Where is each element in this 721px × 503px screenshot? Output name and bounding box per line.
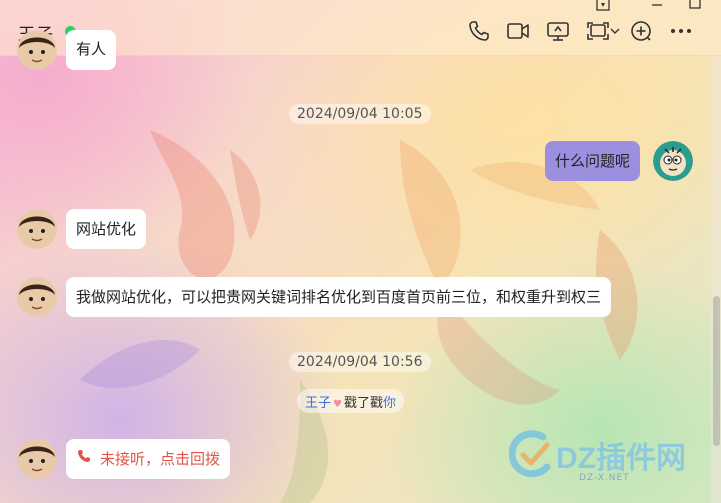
message-bubble[interactable]: 我做网站优化，可以把贵网关键词排名优化到百度首页前三位，和权重升到权三 — [66, 277, 612, 317]
avatar[interactable] — [17, 277, 57, 317]
remote-assist-icon[interactable] — [586, 19, 610, 43]
heart-icon: ♥ — [333, 399, 342, 410]
minimize-icon[interactable] — [650, 0, 664, 8]
add-member-icon[interactable] — [629, 19, 653, 43]
chevron-down-icon[interactable] — [609, 19, 621, 43]
message-bubble[interactable]: 有人 — [66, 30, 117, 70]
pin-window-icon[interactable] — [596, 0, 610, 11]
maximize-icon[interactable] — [688, 0, 702, 9]
poke-notice: 王子 ♥ 戳了戳你 — [297, 389, 405, 413]
message-bubble[interactable]: 网站优化 — [66, 209, 147, 249]
watermark-url: DZ-X.NET — [579, 473, 630, 483]
watermark: DZ插件网 DZ-X.NET — [509, 429, 709, 489]
avatar[interactable] — [17, 209, 57, 249]
phone-icon[interactable] — [467, 19, 491, 43]
screen-share-icon[interactable] — [546, 19, 570, 43]
video-call-icon[interactable] — [506, 19, 530, 43]
more-icon[interactable] — [669, 19, 693, 43]
avatar[interactable] — [17, 30, 57, 70]
scroll-thumb[interactable] — [713, 296, 720, 446]
scrollbar[interactable] — [711, 56, 721, 503]
self-avatar[interactable] — [653, 141, 693, 181]
message-timestamp: 2024/09/04 10:05 — [289, 104, 431, 124]
poke-sender-link[interactable]: 王子 — [305, 396, 331, 411]
watermark-brand: DZ插件网 — [556, 442, 686, 475]
message-bubble-self[interactable]: 什么问题呢 — [545, 141, 641, 181]
missed-call-text: 未接听，点击回拨 — [100, 450, 221, 468]
watermark-logo-icon — [509, 430, 551, 478]
background-decoration — [80, 130, 638, 503]
poke-text: 戳了戳 — [343, 396, 383, 411]
missed-call-icon — [76, 448, 92, 470]
missed-call-bubble[interactable]: 未接听，点击回拨 — [66, 439, 231, 479]
avatar[interactable] — [17, 439, 57, 479]
poke-target-link[interactable]: 你 — [383, 396, 396, 411]
message-timestamp: 2024/09/04 10:56 — [289, 352, 431, 372]
